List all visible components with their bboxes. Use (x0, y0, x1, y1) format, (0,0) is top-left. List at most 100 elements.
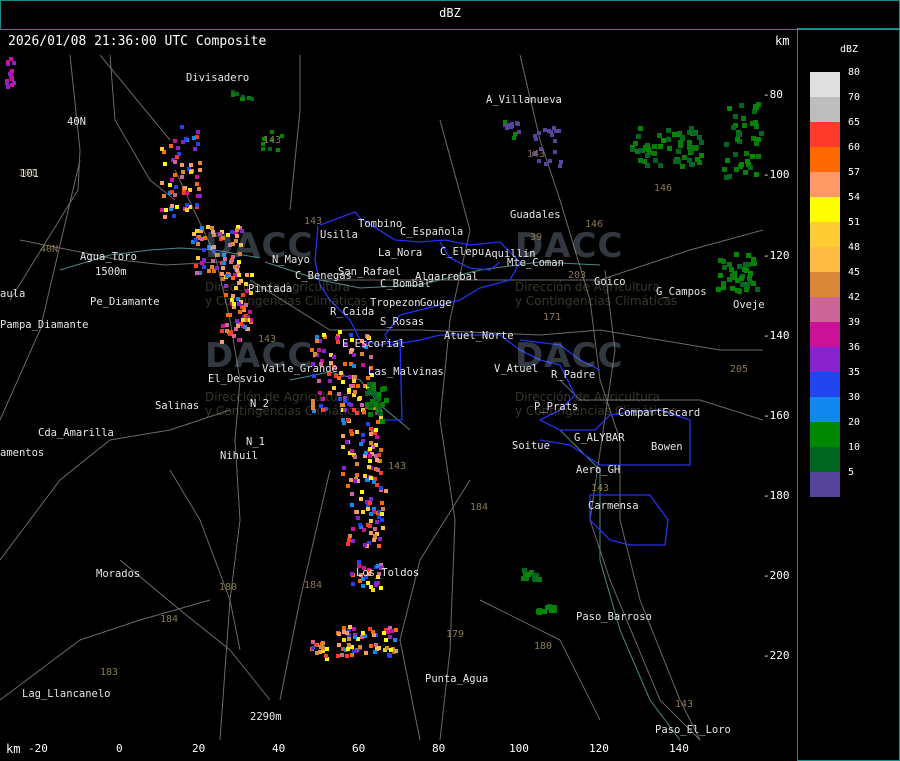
place-label: Tropezon (370, 297, 421, 309)
legend-swatch (810, 197, 840, 222)
route-number: 203 (568, 270, 587, 281)
echo-cell (368, 459, 372, 463)
echo-cell (390, 629, 394, 633)
echo-cell (160, 208, 164, 212)
echo-cell (197, 187, 201, 191)
echo-cell (342, 626, 346, 630)
radar-map[interactable] (0, 0, 900, 761)
echo-cell (350, 503, 354, 507)
echo-cell (175, 205, 179, 209)
echo-cell (367, 465, 371, 469)
place-label: G_ALYBAR (574, 432, 625, 444)
echo-cell (357, 560, 361, 564)
echo-cell (380, 501, 384, 505)
route-number: 179 (446, 629, 465, 640)
echo-cell (754, 141, 759, 146)
echo-cell (384, 489, 388, 493)
echo-cell (743, 262, 748, 267)
echo-cell (380, 419, 385, 424)
echo-cell (358, 645, 362, 649)
echo-cell (351, 527, 355, 531)
route-number: 146 (654, 183, 673, 194)
echo-cell (667, 146, 672, 151)
echo-cell (225, 274, 229, 278)
legend-swatch (810, 297, 840, 322)
echo-cell (173, 173, 177, 177)
echo-cell (270, 130, 274, 134)
echo-cell (195, 175, 199, 179)
echo-cell (727, 262, 732, 267)
echo-cell (509, 125, 513, 129)
echo-cell (6, 85, 10, 89)
echo-cell (370, 399, 375, 404)
echo-cell (379, 486, 383, 490)
place-label: Los_Toldos (356, 567, 420, 579)
echo-cell (380, 387, 385, 392)
place-label: Divisadero (186, 72, 250, 84)
echo-cell (196, 130, 200, 134)
echo-cell (759, 131, 764, 136)
place-label: Usilla (320, 229, 358, 241)
echo-cell (324, 654, 328, 658)
echo-cell (537, 608, 542, 613)
echo-cell (371, 588, 375, 592)
echo-cell (245, 273, 249, 277)
place-label: A_Villanueva (486, 94, 562, 106)
echo-cell (735, 288, 740, 293)
echo-cell (754, 105, 759, 110)
place-label: G_Campos (656, 286, 707, 298)
echo-cell (697, 135, 702, 140)
y-tick: -160 (763, 409, 790, 422)
echo-cell (352, 364, 356, 368)
echo-cell (341, 380, 345, 384)
echo-cell (356, 384, 360, 388)
legend-level-label: 45 (848, 267, 861, 278)
route-number: 180 (219, 582, 238, 593)
echo-cell (225, 329, 229, 333)
echo-cell (699, 153, 704, 158)
place-label: 1500m (95, 266, 127, 278)
place-label: S_Rosas (380, 316, 425, 328)
echo-cell (341, 472, 345, 476)
echo-cell (338, 330, 342, 334)
route-number: 184 (304, 580, 323, 591)
echo-cell (734, 252, 739, 257)
echo-cell (353, 635, 357, 639)
echo-cell (195, 182, 199, 186)
echo-cell (359, 442, 363, 446)
legend-swatch (810, 272, 840, 297)
echo-cell (12, 61, 16, 65)
echo-cell (180, 175, 184, 179)
legend-level-label: 20 (848, 417, 861, 428)
echo-cell (352, 649, 356, 653)
echo-cell (189, 170, 193, 174)
echo-cell (381, 507, 385, 511)
echo-cell (687, 140, 692, 145)
echo-cell (366, 507, 370, 511)
echo-cell (336, 340, 340, 344)
echo-cell (340, 653, 344, 657)
echo-cell (718, 273, 723, 278)
echo-cell (680, 164, 685, 169)
echo-cell (160, 181, 164, 185)
echo-cell (638, 126, 643, 131)
place-label: Morados (96, 568, 141, 580)
echo-cell (384, 638, 388, 642)
echo-cell (377, 544, 381, 548)
echo-cell (170, 190, 174, 194)
echo-cell (725, 158, 730, 163)
echo-cell (756, 154, 761, 159)
legend-swatch (810, 172, 840, 197)
echo-cell (351, 539, 355, 543)
x-tick: 140 (669, 742, 689, 755)
watermark-sub-3: Dirección de Agricultura y Contingencias … (205, 390, 368, 418)
echo-cell (194, 238, 198, 242)
echo-cell (361, 433, 365, 437)
legend-level-label: 10 (848, 442, 861, 453)
echo-cell (366, 581, 370, 585)
echo-cell (558, 164, 562, 168)
echo-cell (180, 125, 184, 129)
echo-cell (220, 329, 224, 333)
echo-cell (358, 523, 362, 527)
route-number: 143 (263, 135, 282, 146)
